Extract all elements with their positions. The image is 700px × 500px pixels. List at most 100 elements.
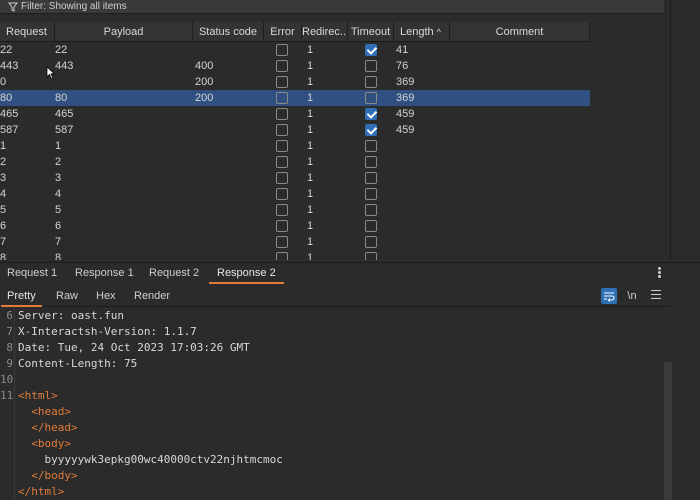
cell-status-code xyxy=(195,218,255,234)
timeout-checkbox[interactable] xyxy=(365,252,377,260)
error-checkbox[interactable] xyxy=(276,44,288,56)
timeout-checkbox[interactable] xyxy=(365,156,377,168)
cell-length xyxy=(396,250,446,260)
col-error-header[interactable]: Error xyxy=(264,22,302,42)
table-row[interactable]: 80 80 200 1 369 xyxy=(0,90,590,106)
table-row[interactable]: 7 7 1 xyxy=(0,234,590,250)
error-checkbox[interactable] xyxy=(276,124,288,136)
error-checkbox[interactable] xyxy=(276,220,288,232)
hamburger-menu-icon[interactable] xyxy=(651,290,661,300)
timeout-checkbox[interactable] xyxy=(365,44,377,56)
timeout-checkbox[interactable] xyxy=(365,236,377,248)
tab-response-2[interactable]: Response 2 xyxy=(209,263,284,284)
subtab-hex[interactable]: Hex xyxy=(96,285,116,307)
timeout-checkbox[interactable] xyxy=(365,60,377,72)
cell-status-code: 400 xyxy=(195,60,214,72)
error-checkbox[interactable] xyxy=(276,188,288,200)
error-checkbox[interactable] xyxy=(276,60,288,72)
table-row[interactable]: 443 443 400 1 76 xyxy=(0,58,590,74)
code-line: </body> xyxy=(18,469,78,482)
code-line: <html> xyxy=(18,389,58,402)
col-redirects-header[interactable]: Redirec... xyxy=(302,22,348,42)
error-checkbox[interactable] xyxy=(276,76,288,88)
timeout-checkbox[interactable] xyxy=(365,124,377,136)
line-number xyxy=(0,420,13,436)
col-timeout-header[interactable]: Timeout xyxy=(348,22,394,42)
cell-request: 8 xyxy=(0,252,7,260)
cell-length: 41 xyxy=(396,44,409,56)
subtab-render[interactable]: Render xyxy=(134,285,170,307)
newline-toggle-button[interactable]: \n xyxy=(624,288,640,304)
line-number xyxy=(0,452,13,468)
table-row[interactable]: 1 1 1 xyxy=(0,138,590,154)
line-number: 6 xyxy=(6,309,13,322)
table-row[interactable]: 8 8 1 xyxy=(0,250,590,260)
error-checkbox[interactable] xyxy=(276,92,288,104)
col-status-code-header[interactable]: Status code xyxy=(193,22,264,42)
tab-request-2[interactable]: Request 2 xyxy=(149,263,199,284)
cell-redirects: 1 xyxy=(307,252,314,260)
cell-length: 459 xyxy=(396,124,415,136)
error-checkbox[interactable] xyxy=(276,236,288,248)
col-length-header[interactable]: Length ^ xyxy=(394,22,450,42)
table-row[interactable]: 6 6 1 xyxy=(0,218,590,234)
error-checkbox[interactable] xyxy=(276,156,288,168)
timeout-checkbox[interactable] xyxy=(365,204,377,216)
tab-response-1[interactable]: Response 1 xyxy=(75,263,134,284)
table-row[interactable]: 5 5 1 xyxy=(0,202,590,218)
cell-request: 4 xyxy=(0,188,7,200)
error-checkbox[interactable] xyxy=(276,140,288,152)
cell-status-code xyxy=(195,234,255,250)
col-payload-header[interactable]: Payload xyxy=(55,22,193,42)
col-request-header[interactable]: Request xyxy=(0,22,55,42)
cell-payload: 3 xyxy=(55,172,62,184)
table-row[interactable]: 3 3 1 xyxy=(0,170,590,186)
col-comment-header[interactable]: Comment xyxy=(450,22,590,42)
timeout-checkbox[interactable] xyxy=(365,188,377,200)
table-row[interactable]: 4 4 1 xyxy=(0,186,590,202)
cell-redirects: 1 xyxy=(307,204,314,216)
timeout-checkbox[interactable] xyxy=(365,92,377,104)
table-row[interactable]: 2 2 1 xyxy=(0,154,590,170)
table-row[interactable]: 465 465 1 459 xyxy=(0,106,590,122)
editor-scrollbar[interactable] xyxy=(664,362,672,500)
subtab-raw[interactable]: Raw xyxy=(56,285,78,307)
filter-bar[interactable]: Filter: Showing all items xyxy=(0,0,664,14)
filter-label: Filter: Showing all items xyxy=(21,1,127,12)
error-checkbox[interactable] xyxy=(276,204,288,216)
cell-length xyxy=(396,202,446,218)
timeout-checkbox[interactable] xyxy=(365,76,377,88)
line-number xyxy=(0,468,13,484)
cell-payload: 465 xyxy=(55,108,74,120)
cell-payload: 6 xyxy=(55,220,62,232)
cell-payload: 22 xyxy=(55,44,68,56)
message-tabs: Request 1 Response 1 Request 2 Response 2 xyxy=(0,262,700,284)
error-checkbox[interactable] xyxy=(276,252,288,260)
cell-payload: 587 xyxy=(55,124,74,136)
table-row[interactable]: 587 587 1 459 xyxy=(0,122,590,138)
code-line: Server: oast.fun xyxy=(18,309,124,322)
cell-status-code xyxy=(195,186,255,202)
cell-payload: 80 xyxy=(55,92,68,104)
response-editor[interactable]: 6 Server: oast.fun 7 X-Interactsh-Version: … xyxy=(0,308,664,500)
cell-request: 3 xyxy=(0,172,7,184)
table-row[interactable]: 22 22 1 41 xyxy=(0,42,590,58)
cell-request: 80 xyxy=(0,92,13,104)
more-options-icon[interactable] xyxy=(658,267,662,279)
view-tabs: \n Pretty Raw Hex Render xyxy=(0,285,670,307)
filter-icon xyxy=(8,2,18,12)
error-checkbox[interactable] xyxy=(276,108,288,120)
subtab-pretty[interactable]: Pretty xyxy=(1,285,42,307)
cell-status-code xyxy=(195,250,255,260)
code-line: </html> xyxy=(18,485,65,498)
cell-status-code: 200 xyxy=(195,76,214,88)
timeout-checkbox[interactable] xyxy=(365,172,377,184)
error-checkbox[interactable] xyxy=(276,172,288,184)
timeout-checkbox[interactable] xyxy=(365,108,377,120)
timeout-checkbox[interactable] xyxy=(365,220,377,232)
tab-request-1[interactable]: Request 1 xyxy=(7,263,57,284)
table-row[interactable]: 0 200 1 369 xyxy=(0,74,590,90)
timeout-checkbox[interactable] xyxy=(365,140,377,152)
wrap-lines-icon[interactable] xyxy=(601,288,617,304)
cell-redirects: 1 xyxy=(307,172,314,184)
